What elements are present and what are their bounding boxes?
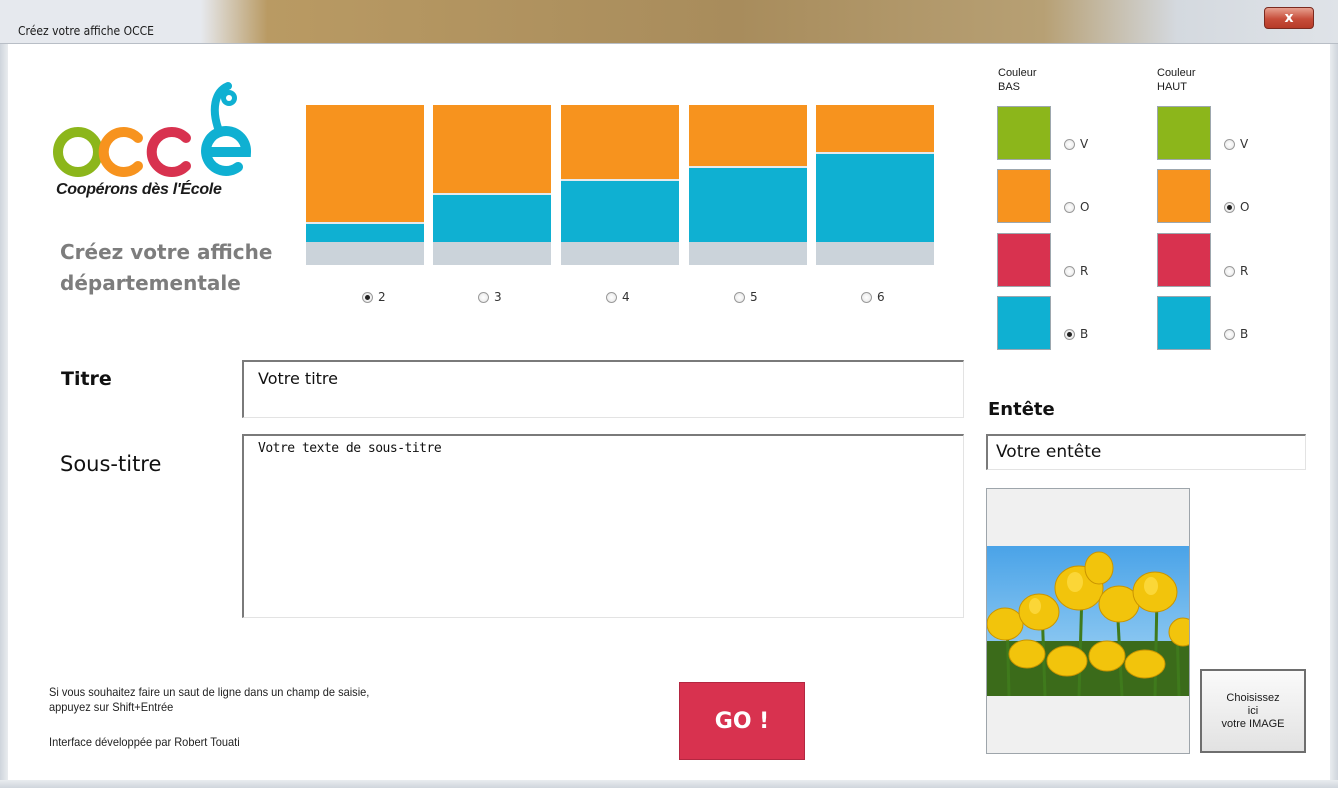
layout-radio-3[interactable]: 3 [478, 290, 502, 304]
tulips-photo-icon [987, 546, 1189, 696]
credit-text: Interface développée par Robert Touati [49, 735, 240, 749]
layout-preview-4 [561, 105, 679, 265]
couleur-haut-swatch-r [1157, 233, 1211, 287]
layout-preview-bottom-band [816, 153, 934, 242]
layout-preview-footer-band [689, 242, 807, 265]
image-preview-frame [986, 488, 1190, 754]
close-button[interactable]: x [1264, 7, 1314, 29]
close-icon: x [1284, 10, 1294, 26]
couleur-bas-radio-b[interactable]: B [1064, 327, 1088, 341]
couleur-haut-radio-r[interactable]: R [1224, 264, 1248, 278]
color-radio-label: R [1080, 264, 1089, 278]
layout-preview-bottom-band [561, 180, 679, 242]
window-frame-right [1330, 44, 1338, 788]
headline-line-1: Créez votre affiche [60, 240, 273, 264]
couleur-bas-swatch-b [997, 296, 1051, 350]
window-frame-bottom [0, 780, 1338, 788]
couleur-haut-radio-v[interactable]: V [1224, 137, 1248, 151]
window-frame-left [0, 44, 8, 788]
couleur-haut-heading: Couleur HAUT [1157, 66, 1196, 94]
window-titlebar: Créez votre affiche OCCE x [0, 0, 1338, 44]
couleur-haut-radio-b[interactable]: B [1224, 327, 1248, 341]
go-button[interactable]: GO ! [679, 682, 805, 760]
choose-image-button[interactable]: Choisissez ici votre IMAGE [1200, 669, 1306, 753]
layout-preview-divider [306, 222, 424, 224]
couleur-haut-label: Couleur [1157, 67, 1196, 79]
layout-preview-6 [816, 105, 934, 265]
layout-preview-5 [689, 105, 807, 265]
layout-preview-bottom-band [433, 194, 551, 242]
layout-preview-footer-band [306, 242, 424, 265]
layout-radio-4[interactable]: 4 [606, 290, 630, 304]
sous-titre-textarea[interactable]: Votre texte de sous-titre [242, 434, 964, 618]
radio-button-icon[interactable] [1064, 138, 1075, 150]
layout-preview-footer-band [433, 242, 551, 265]
color-radio-label: B [1240, 327, 1249, 341]
titre-label: Titre [61, 368, 112, 390]
layout-radio-label: 2 [378, 290, 386, 304]
occe-logo-icon [53, 82, 252, 177]
couleur-bas-swatch-v [997, 106, 1051, 160]
logo-tagline: Coopérons dès l'École [56, 181, 222, 198]
couleur-bas-swatch-r [997, 233, 1051, 287]
layout-preview-divider [816, 152, 934, 154]
couleur-haut-swatch-b [1157, 296, 1211, 350]
layout-radio-label: 5 [750, 290, 758, 304]
layout-preview-footer-band [561, 242, 679, 265]
couleur-bas-radio-r[interactable]: R [1064, 264, 1088, 278]
radio-button-icon[interactable] [1064, 328, 1075, 340]
couleur-bas-sublabel: BAS [998, 81, 1021, 93]
color-radio-label: R [1240, 264, 1249, 278]
radio-button-icon[interactable] [1224, 265, 1235, 277]
radio-button-icon[interactable] [606, 291, 617, 303]
couleur-bas-heading: Couleur BAS [998, 66, 1037, 94]
sous-titre-label: Sous-titre [60, 452, 162, 476]
layout-preview-3 [433, 105, 551, 265]
layout-radio-2[interactable]: 2 [362, 290, 386, 304]
layout-preview-divider [689, 166, 807, 168]
radio-button-icon[interactable] [1064, 201, 1075, 213]
page-headline: Créez votre affiche départementale [60, 237, 272, 299]
color-radio-label: V [1080, 137, 1089, 151]
radio-button-icon[interactable] [478, 291, 489, 303]
radio-button-icon[interactable] [1224, 328, 1235, 340]
layout-preview-bottom-band [689, 167, 807, 242]
couleur-haut-swatch-v [1157, 106, 1211, 160]
entete-label: Entête [988, 399, 1055, 420]
layout-radio-label: 6 [877, 290, 885, 304]
headline-line-2: départementale [60, 271, 241, 295]
couleur-bas-radio-v[interactable]: V [1064, 137, 1088, 151]
couleur-haut-radio-o[interactable]: O [1224, 200, 1249, 214]
layout-preview-divider [433, 193, 551, 195]
layout-preview-bottom-band [306, 223, 424, 242]
radio-button-icon[interactable] [861, 291, 872, 303]
layout-preview-footer-band [816, 242, 934, 265]
radio-button-icon[interactable] [1224, 201, 1235, 213]
couleur-bas-label: Couleur [998, 67, 1037, 79]
radio-button-icon[interactable] [1064, 265, 1075, 277]
layout-preview-2 [306, 105, 424, 265]
hint-line-1: Si vous souhaitez faire un saut de ligne… [49, 685, 370, 699]
radio-button-icon[interactable] [734, 291, 745, 303]
layout-preview-divider [561, 179, 679, 181]
layout-radio-label: 3 [494, 290, 502, 304]
color-radio-label: O [1240, 200, 1250, 214]
hint-line-2: appuyez sur Shift+Entrée [49, 700, 174, 714]
layout-radio-5[interactable]: 5 [734, 290, 758, 304]
couleur-haut-swatch-o [1157, 169, 1211, 223]
couleur-bas-swatch-o [997, 169, 1051, 223]
radio-button-icon[interactable] [1224, 138, 1235, 150]
radio-button-icon[interactable] [362, 291, 373, 303]
layout-radio-6[interactable]: 6 [861, 290, 885, 304]
couleur-bas-radio-o[interactable]: O [1064, 200, 1089, 214]
couleur-haut-sublabel: HAUT [1157, 81, 1187, 93]
layout-radio-label: 4 [622, 290, 630, 304]
window-title: Créez votre affiche OCCE [18, 24, 154, 38]
entete-input[interactable]: Votre entête [986, 434, 1306, 470]
color-radio-label: O [1080, 200, 1090, 214]
color-radio-label: B [1080, 327, 1089, 341]
color-radio-label: V [1240, 137, 1249, 151]
titre-input[interactable]: Votre titre [242, 360, 964, 418]
